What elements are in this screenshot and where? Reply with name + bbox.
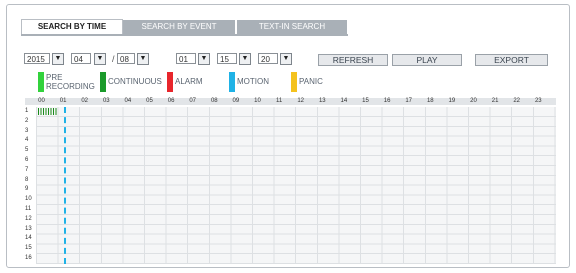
chevron-down-icon[interactable]: ▼ [52,53,64,65]
day-label: 5 [25,147,29,154]
day-label: 4 [25,137,29,144]
hour-label: 16 [383,98,391,104]
hour-label: 19 [448,98,456,104]
hour-label: 00 [38,98,45,104]
hour-header: 00 01 02 03 04 05 06 07 08 09 10 11 12 13 14 15 16 17 18 19… [25,98,556,105]
day-label: 11 [25,206,32,212]
day-label: 3 [25,127,29,134]
hour-label: 18 [426,98,434,104]
day-label: 9 [25,186,29,193]
hour-label: 07 [189,98,197,104]
day-label: 10 [25,196,32,203]
legend-label: ALARM [175,77,203,86]
day-label: 12 [25,215,32,222]
export-button[interactable]: EXPORT [475,54,548,66]
day-label: 14 [25,235,32,242]
hour-label: 22 [513,98,521,104]
tab-text-in-search[interactable]: TEXT-IN SEARCH [237,20,347,34]
hour-label: 03 [102,98,110,104]
day-label: 15 [25,245,32,252]
hour-label: 20 [470,98,477,104]
hour-label: 15 [362,98,369,104]
hour-label: 08 [210,98,218,104]
day-label: 6 [25,157,29,163]
day-label: 1 [25,108,29,114]
hour-label: 01 [59,98,67,104]
minute-value: 15 [217,53,237,64]
day-label: 16 [25,255,32,261]
legend-swatch [229,72,235,92]
chevron-down-icon[interactable]: ▼ [198,53,210,65]
day-label: 13 [25,225,32,232]
tab-search-by-time[interactable]: SEARCH BY TIME [21,19,123,35]
hour-label: 09 [232,98,240,104]
hour-label: 05 [146,98,153,104]
timeline-grid: 00 01 02 03 04 05 06 07 08 09 10 11 12 13 14 15 16 17 18 19… [25,98,556,264]
timeline-cells[interactable] [36,107,556,264]
chevron-down-icon[interactable]: ▼ [239,53,251,65]
legend-swatch [100,72,106,92]
legend-swatch [38,72,44,92]
hour-label: 21 [491,98,499,104]
legend-label: CONTINUOUS [108,77,162,86]
date-separator: / [112,54,115,64]
month-value: 04 [71,53,91,64]
chevron-down-icon[interactable]: ▼ [280,53,292,65]
hour-label: 23 [534,98,542,104]
tab-search-by-event[interactable]: SEARCH BY EVENT [123,20,235,34]
day-value: 08 [117,53,135,64]
hour-label: 04 [124,98,132,104]
play-button[interactable]: PLAY [392,54,462,66]
chevron-down-icon[interactable]: ▼ [137,53,149,65]
day-label: 2 [25,117,29,124]
hour-label: 10 [254,98,261,104]
hour-label: 12 [297,98,305,104]
legend-label: PRE RECORDING [46,73,95,91]
hour-label: 11 [275,98,283,104]
day-label: 8 [25,176,29,183]
continuous-recording-bar[interactable] [38,108,58,115]
refresh-button[interactable]: REFRESH [318,54,388,66]
hour-label: 02 [81,98,89,104]
legend-swatch [167,72,173,92]
tab-underline [21,34,348,36]
year-value: 2015 [24,53,50,64]
hour-label: 17 [405,98,413,104]
hour-label: 13 [318,98,326,104]
hour-value: 01 [176,53,196,64]
hour-label: 14 [340,98,348,104]
hour-label: 06 [167,98,175,104]
legend-label: MOTION [237,77,269,86]
day-label: 7 [25,166,29,173]
time-cursor[interactable] [64,107,67,264]
chevron-down-icon[interactable]: ▼ [94,53,106,65]
second-value: 20 [258,53,278,64]
legend-swatch [291,72,297,92]
legend-label: PANIC [299,77,323,86]
